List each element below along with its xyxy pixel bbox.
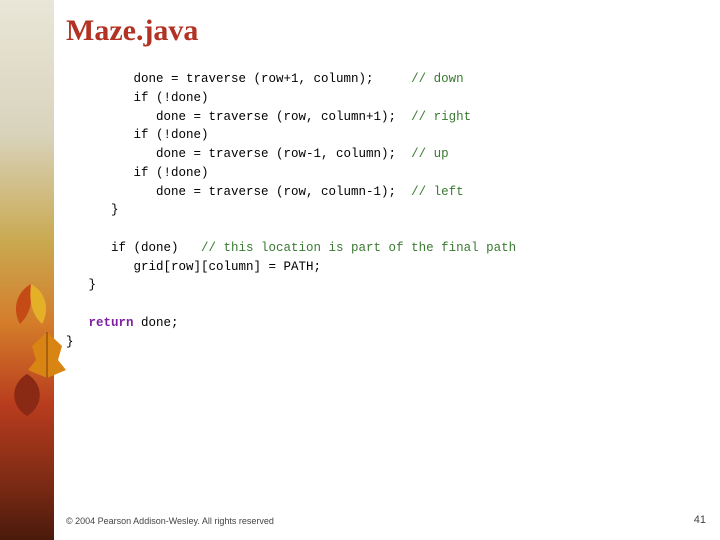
code-text: if (!done)	[66, 166, 209, 180]
code-text	[66, 316, 89, 330]
code-comment: // left	[411, 185, 464, 199]
code-text: done = traverse (row, column+1);	[66, 110, 411, 124]
leaf-decoration	[2, 370, 52, 420]
slide-number: 41	[694, 514, 706, 526]
code-text: done;	[134, 316, 179, 330]
slide-title: Maze.java	[66, 14, 708, 48]
code-text: }	[66, 278, 96, 292]
code-text: if (done)	[66, 241, 201, 255]
code-text: done = traverse (row+1, column);	[66, 72, 411, 86]
code-comment: // up	[411, 147, 449, 161]
copyright-text: © 2004 Pearson Addison-Wesley. All right…	[66, 516, 274, 526]
code-comment: // down	[411, 72, 464, 86]
code-text: }	[66, 335, 74, 349]
code-text: }	[66, 203, 119, 217]
code-text: done = traverse (row, column-1);	[66, 185, 411, 199]
decorative-strip	[0, 0, 54, 540]
leaf-decoration	[6, 280, 56, 330]
code-text: if (!done)	[66, 128, 209, 142]
code-text: grid[row][column] = PATH;	[66, 260, 321, 274]
code-keyword: return	[89, 316, 134, 330]
code-block: done = traverse (row+1, column); // down…	[66, 70, 708, 351]
code-comment: // right	[411, 110, 471, 124]
code-text: if (!done)	[66, 91, 209, 105]
slide-content: Maze.java done = traverse (row+1, column…	[66, 14, 708, 351]
code-text: done = traverse (row-1, column);	[66, 147, 411, 161]
code-comment: // this location is part of the final pa…	[201, 241, 516, 255]
